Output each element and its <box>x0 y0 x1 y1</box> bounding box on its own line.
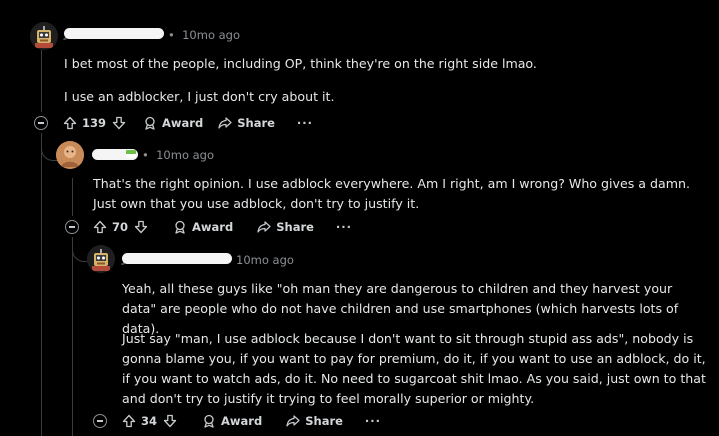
vote-count: 34 <box>141 414 158 428</box>
more-options-button[interactable]: ··· <box>297 116 313 130</box>
user-flair-badge <box>126 150 136 158</box>
comment-paragraph: That's the right opinion. I use adblock … <box>93 176 690 211</box>
comment-time[interactable]: 10mo ago <box>156 148 214 162</box>
share-icon <box>286 414 300 428</box>
award-icon <box>202 414 216 428</box>
downvote-icon[interactable] <box>134 220 148 234</box>
comment-action-bar: 34 Award Share ··· <box>122 410 381 432</box>
share-button[interactable]: Share <box>286 414 343 428</box>
share-label: Share <box>237 116 275 130</box>
thread-connector-comment-2 <box>41 140 57 161</box>
thread-line-level-1[interactable] <box>41 50 42 112</box>
collapse-thread-button[interactable] <box>34 116 48 130</box>
downvote-icon[interactable] <box>163 414 177 428</box>
award-icon <box>173 220 187 234</box>
upvote-icon[interactable] <box>122 414 136 428</box>
share-label: Share <box>276 220 314 234</box>
award-icon <box>143 116 157 130</box>
comment-action-bar: 139 Award Share ··· <box>63 112 313 134</box>
avatar[interactable] <box>56 141 84 169</box>
comment-meta: • 10mo ago <box>168 28 241 42</box>
username-redaction <box>122 253 232 264</box>
award-button[interactable]: Award <box>173 220 233 234</box>
robot-avatar-icon <box>30 22 58 50</box>
comment-meta: • 10mo ago <box>142 148 215 162</box>
downvote-icon[interactable] <box>112 116 126 130</box>
avatar[interactable] <box>87 245 115 273</box>
award-label: Award <box>192 220 234 234</box>
avatar[interactable] <box>30 22 58 50</box>
vote-count: 139 <box>82 116 107 130</box>
comment-paragraph: I use an adblocker, I just don't cry abo… <box>64 89 335 104</box>
award-button[interactable]: Award <box>143 116 203 130</box>
award-button[interactable]: Award <box>202 414 262 428</box>
more-options-button[interactable]: ··· <box>336 220 352 234</box>
share-button[interactable]: Share <box>218 116 275 130</box>
thread-connector-comment-3 <box>72 244 88 262</box>
robot-avatar-icon <box>87 245 115 273</box>
thread-line-level-1-continued[interactable] <box>41 133 42 436</box>
award-label: Award <box>221 414 263 428</box>
collapse-thread-button[interactable] <box>93 414 107 428</box>
comment-time[interactable]: 10mo ago <box>236 253 294 267</box>
share-label: Share <box>305 414 343 428</box>
thread-line-level-2[interactable] <box>72 178 73 216</box>
user-avatar-icon <box>56 141 84 169</box>
comment-meta: 10mo ago <box>236 253 294 267</box>
vote-count: 70 <box>112 220 129 234</box>
comment-paragraph: I bet most of the people, including OP, … <box>64 56 537 71</box>
comment-action-bar: 70 Award Share ··· <box>93 216 352 238</box>
more-options-button[interactable]: ··· <box>365 414 381 428</box>
share-button[interactable]: Share <box>257 220 314 234</box>
upvote-icon[interactable] <box>63 116 77 130</box>
award-label: Award <box>162 116 204 130</box>
share-icon <box>257 220 271 234</box>
thread-line-level-2-continued[interactable] <box>72 237 73 436</box>
comment-paragraph: Just say "man, I use adblock because I d… <box>122 331 706 406</box>
collapse-thread-button[interactable] <box>65 220 79 234</box>
share-icon <box>218 116 232 130</box>
upvote-icon[interactable] <box>93 220 107 234</box>
username-redaction <box>64 28 164 39</box>
comment-time[interactable]: 10mo ago <box>182 28 240 42</box>
